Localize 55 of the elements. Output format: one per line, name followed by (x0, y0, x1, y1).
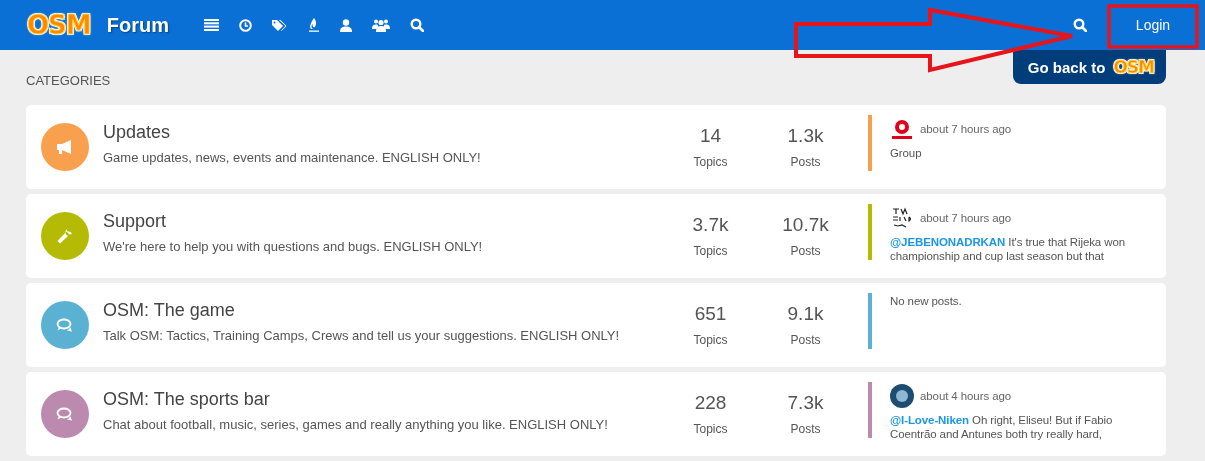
last-post-text: @JEBENONADRKAN It's true that Rijeka won championship and cup last season but that (890, 235, 1127, 264)
wrench-icon (57, 228, 73, 244)
back-to-osm-link[interactable]: Go back to OSM (1012, 50, 1166, 84)
topics-label: Topics (692, 244, 729, 258)
category-title[interactable]: Updates (103, 121, 663, 143)
section-title: CATEGORIES (26, 73, 111, 88)
topics-label: Topics (692, 333, 729, 347)
flame-icon[interactable] (307, 18, 320, 32)
posts-count: 10.7k (781, 214, 830, 236)
clock-icon[interactable] (238, 18, 252, 32)
last-post-text: Group (890, 146, 923, 161)
posts-label: Posts (789, 244, 822, 258)
category-description: We're here to help you with questions and bugs. ENGLISH ONLY! (103, 238, 484, 254)
list-icon[interactable] (203, 19, 219, 31)
user-icon[interactable] (339, 18, 352, 32)
post-time: about 7 hours ago (920, 212, 1011, 224)
category-description: Talk OSM: Tactics, Training Camps, Crews and tell us your suggestions. ENGLISH ONLY! (103, 327, 621, 343)
post-time: about 7 hours ago (920, 123, 1011, 135)
posts-count: 9.1k (786, 303, 825, 325)
osm-logo: OSM (1113, 57, 1154, 77)
posts-count: 7.3k (786, 392, 825, 414)
topics-count: 14 (698, 125, 723, 147)
search-icon[interactable] (409, 18, 424, 32)
category-card[interactable]: Support We're here to help you with questions and bugs. ENGLISH ONLY! 3.7k Topics 10.7k Posts about 7 hours ago @JEBENONADRKAN It's true that Rijeka won championship and cup last season but that (26, 194, 1166, 278)
search-icon[interactable] (1073, 18, 1087, 32)
category-title[interactable]: OSM: The sports bar (103, 388, 663, 410)
post-time: about 4 hours ago (920, 390, 1011, 402)
posts-label: Posts (789, 155, 822, 169)
avatar-sketch (890, 206, 914, 230)
topics-count: 228 (693, 392, 728, 414)
topics-count: 3.7k (691, 214, 730, 236)
category-card[interactable]: Updates Game updates, news, events and maintenance. ENGLISH ONLY! 14 Topics 1.3k Posts about 7 hours ago Group (26, 105, 1166, 189)
avatar-photo-placeholder (890, 384, 914, 408)
chat-bubbles-icon (56, 318, 74, 332)
last-post-text: @I-Love-Niken Oh right, Eliseu! But if Fabio Coentrão and Antunes both try really hard, (890, 413, 1114, 442)
posts-label: Posts (789, 422, 822, 436)
users-icon[interactable] (371, 18, 390, 32)
category-card[interactable]: OSM: The game Talk OSM: Tactics, Training Camps, Crews and tell us your suggestions. ENGLISH ONLY! 651 Topics 9.1k Posts No new posts. (26, 283, 1166, 367)
tags-icon[interactable] (271, 18, 288, 32)
no-posts-text: No new posts. (890, 295, 963, 307)
category-description: Game updates, news, events and maintenance. ENGLISH ONLY! (103, 149, 482, 165)
chat-bubbles-icon (56, 407, 74, 421)
topics-label: Topics (692, 155, 729, 169)
posts-count: 1.3k (786, 125, 825, 147)
posts-label: Posts (789, 333, 822, 347)
topics-label: Topics (692, 422, 729, 436)
topics-count: 651 (693, 303, 728, 325)
megaphone-icon (56, 140, 74, 154)
category-description: Chat about football, music, series, games and really anything you like. ENGLISH ONLY! (103, 416, 609, 432)
category-title[interactable]: OSM: The game (103, 299, 663, 321)
avatar-logo (890, 117, 914, 141)
forum-title: Forum (106, 13, 169, 37)
category-card[interactable] (26, 372, 1166, 456)
category-title[interactable]: Support (103, 210, 663, 232)
login-button[interactable]: Login (1109, 5, 1197, 45)
